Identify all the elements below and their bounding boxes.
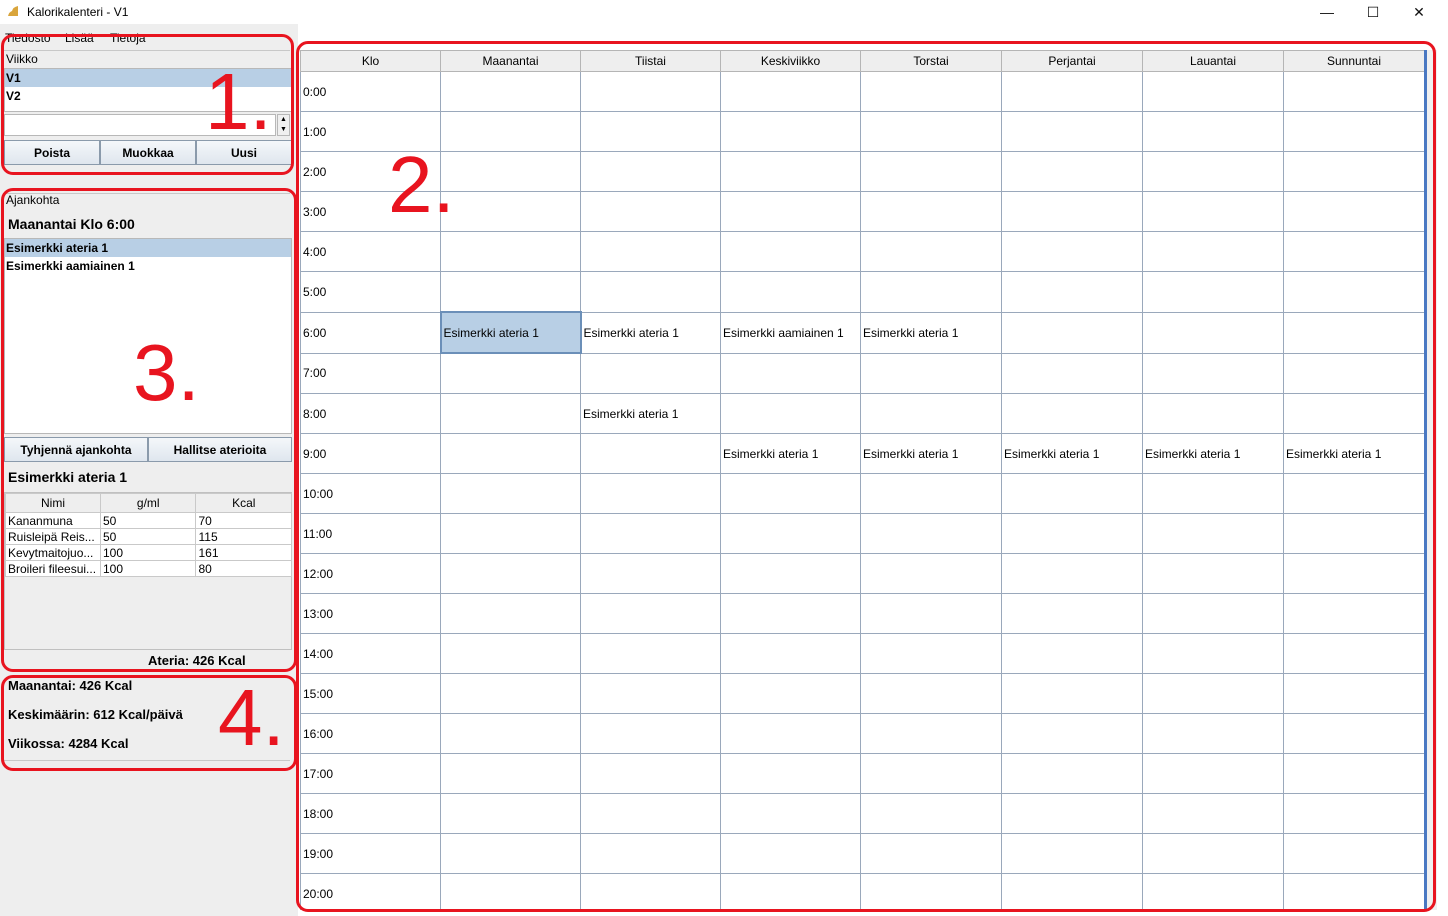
annotation-number-4: 4. xyxy=(218,673,285,762)
title-bar: Kalorikalenteri - V1 — ☐ ✕ xyxy=(0,0,1448,24)
window-title: Kalorikalenteri - V1 xyxy=(27,5,129,19)
maximize-icon: ☐ xyxy=(1366,3,1380,20)
close-button[interactable]: ✕ xyxy=(1396,0,1442,24)
close-icon: ✕ xyxy=(1413,3,1425,20)
annotation-number-2: 2. xyxy=(388,140,455,229)
maximize-button[interactable]: ☐ xyxy=(1350,0,1396,24)
annotation-number-3: 3. xyxy=(133,328,200,417)
minimize-button[interactable]: — xyxy=(1304,0,1350,24)
minimize-icon: — xyxy=(1320,4,1334,20)
app-icon xyxy=(6,4,20,18)
annotation-number-1: 1. xyxy=(205,57,272,146)
annotation-box-3 xyxy=(1,188,297,672)
annotation-box-2 xyxy=(296,41,1436,912)
